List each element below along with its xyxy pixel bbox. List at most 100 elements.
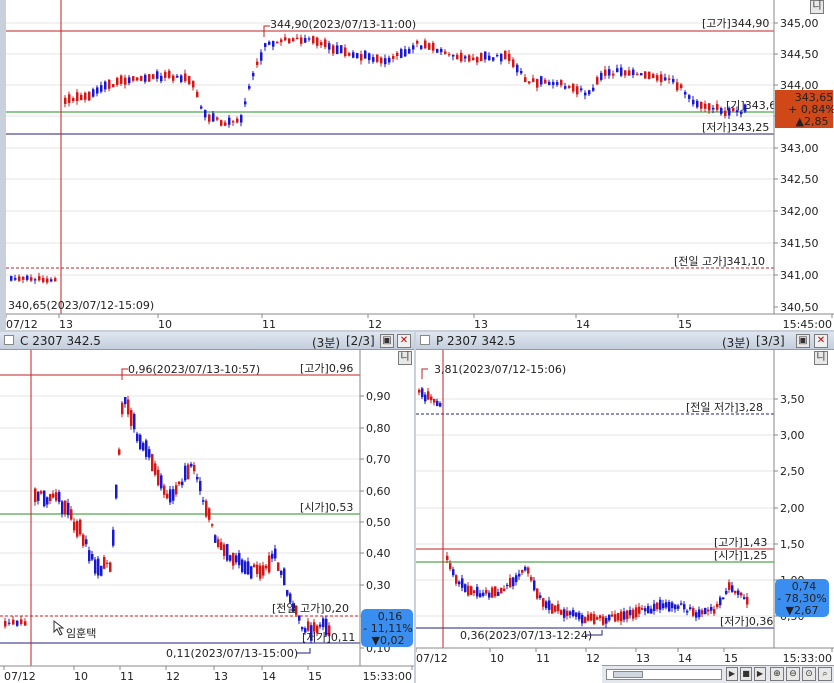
candle-body (494, 586, 497, 597)
candle-body (43, 490, 46, 507)
candle-body (260, 52, 263, 61)
candle-body (485, 589, 488, 594)
candle-body (64, 500, 67, 515)
candle-body (214, 535, 217, 543)
tick-label: 342,00 (780, 205, 819, 218)
candle-body (12, 619, 15, 625)
candle-body (55, 492, 58, 501)
zoom-fit-icon[interactable]: ⊙ (802, 667, 816, 681)
candle-body (176, 75, 179, 78)
candle-body (696, 100, 699, 108)
candle-body (193, 464, 196, 472)
tick-label: 12 (586, 652, 600, 665)
candle-body (235, 555, 238, 563)
candle-body (500, 53, 503, 62)
candle-body (440, 48, 443, 53)
candle-body (262, 565, 265, 576)
zoom-in-icon[interactable]: ⊕ (770, 667, 784, 681)
next-icon[interactable]: ▶ (754, 667, 766, 681)
candle-body (712, 107, 715, 110)
candle-body (84, 92, 87, 100)
candle-body (364, 50, 367, 59)
candle-body (530, 576, 533, 581)
candle-body (308, 38, 311, 40)
candle-body (380, 57, 383, 64)
put-settings-icon[interactable]: 니 (814, 351, 828, 365)
play-icon[interactable]: ▶ (726, 667, 738, 681)
candle-body (26, 275, 29, 280)
tick-label: 2,00 (780, 502, 805, 515)
candle-body (689, 607, 692, 610)
candle-body (542, 598, 545, 607)
put-tag-prev-low: [전일 저가]3,28 (686, 400, 763, 414)
put-chart-window: P 2307 342.5 (3분) [3/3] ▣ ✕ 3,81(2023/07… (416, 332, 834, 683)
main-chart[interactable]: 344,90(2023/07/13-11:00) 340,65(2023/07/… (6, 0, 834, 330)
candle-body (180, 75, 183, 83)
candle-body (298, 615, 301, 621)
candle-body (686, 610, 689, 613)
candle-body (656, 75, 659, 81)
candle-body (412, 45, 415, 50)
candle-body (212, 113, 215, 122)
candle-body (612, 73, 615, 76)
scroll-thumb[interactable] (613, 671, 643, 678)
search-icon[interactable]: ⌕ (818, 667, 832, 681)
candle-body (701, 610, 704, 615)
candle-body (148, 74, 151, 82)
tick-label: 10 (74, 670, 88, 683)
candle-body (596, 617, 599, 620)
candle-body (500, 587, 503, 594)
scroll-slider[interactable] (606, 669, 722, 680)
candle-body (360, 54, 363, 61)
tick-label: 0,50 (366, 516, 391, 529)
candle-body (106, 562, 109, 564)
call-settings-icon[interactable]: 니 (398, 351, 412, 365)
tick-label: 13 (214, 670, 228, 683)
candle-body (600, 72, 603, 80)
candle-body (653, 603, 656, 612)
candle-body (133, 414, 136, 430)
candle-body (211, 524, 214, 526)
candle-body (256, 61, 259, 65)
candle-body (396, 52, 399, 56)
call-chart[interactable]: 0,96(2023/07/13-10:57) 0,11(2023/07/13-1… (0, 332, 414, 683)
stop-icon[interactable]: ■ (740, 667, 752, 681)
candle-body (244, 101, 247, 105)
candle-body (296, 37, 299, 40)
candle-body (614, 614, 617, 622)
candle-body (92, 89, 95, 97)
candle-body (151, 454, 154, 472)
candle-body (527, 567, 530, 574)
call-chart-window: C 2307 342.5 (3분) [2/3] ▣ ✕ 0,96(2023/07… (0, 332, 414, 683)
candle-body (492, 57, 495, 61)
candle-body (564, 86, 567, 89)
svg-text:▼0,02: ▼0,02 (372, 634, 405, 647)
chart-settings-icon[interactable]: 니 (810, 0, 824, 14)
candle-body (94, 559, 97, 574)
candle-body (208, 508, 211, 520)
tick-label: 0,90 (366, 390, 391, 403)
candle-body (556, 82, 559, 85)
candle-body (740, 592, 743, 596)
candle-body (160, 475, 163, 489)
candle-body (274, 548, 277, 559)
zoom-out-icon[interactable]: ⊖ (786, 667, 800, 681)
candle-body (588, 90, 591, 95)
candle-body (64, 97, 67, 104)
candle-body (576, 86, 579, 95)
candle-body (548, 600, 551, 610)
put-chart[interactable]: 3,81(2023/07/12-15:06) 0,36(2023/07/13-1… (416, 332, 834, 683)
candle-body (50, 279, 53, 282)
candle-body (684, 91, 687, 95)
candle-body (276, 41, 279, 44)
candle-body (120, 75, 123, 84)
main-low-label: 340,65(2023/07/12-15:09) (8, 299, 154, 312)
candle-body (528, 81, 531, 84)
candle-body (116, 77, 119, 85)
candle-body (616, 68, 619, 73)
candle-body (259, 565, 262, 579)
candle-body (112, 529, 115, 546)
candle-body (446, 555, 449, 561)
candle-body (720, 108, 723, 114)
candle-body (632, 69, 635, 76)
